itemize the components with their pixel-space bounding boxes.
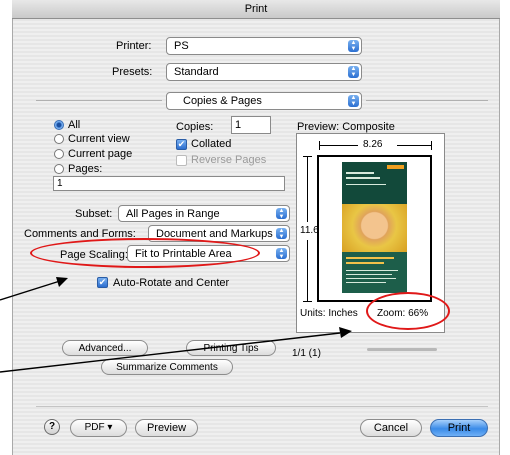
annotation-arrowhead	[339, 327, 352, 338]
annotation-arrows	[0, 277, 352, 373]
annotation-arrow-line	[0, 280, 61, 301]
annotation-arrowhead	[56, 277, 68, 287]
annotation-arrow-line	[0, 332, 341, 373]
